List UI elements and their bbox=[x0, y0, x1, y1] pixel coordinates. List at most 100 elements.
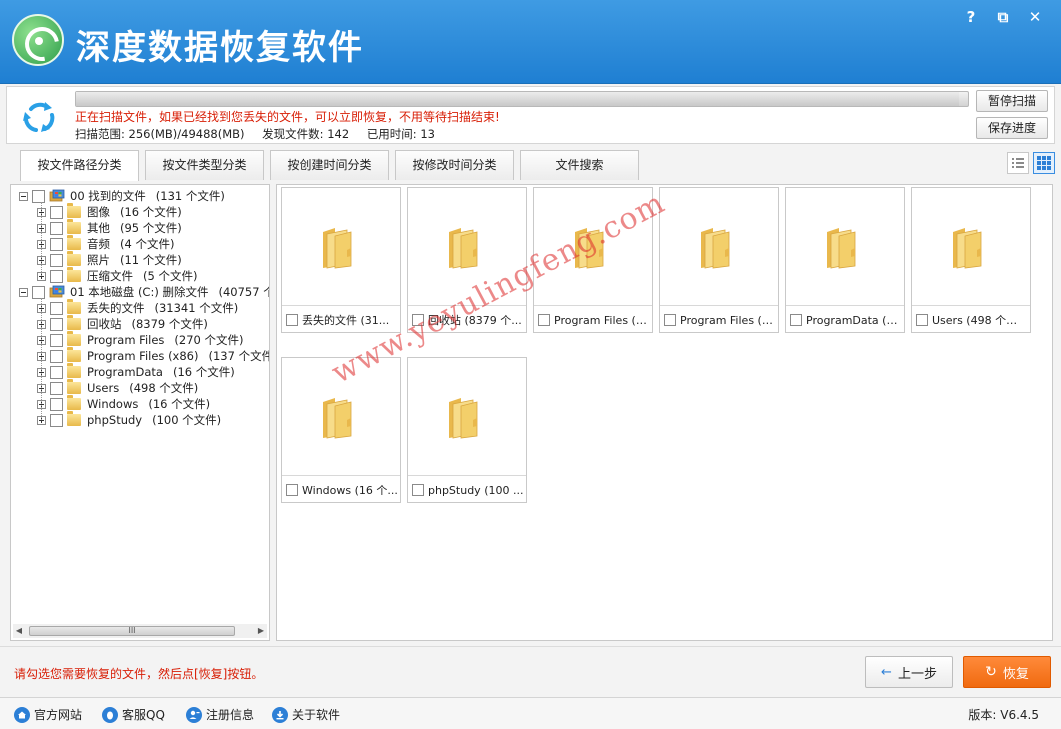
tab-by-modified-time[interactable]: 按修改时间分类 bbox=[395, 150, 514, 180]
tree-node-folder[interactable]: phpStudy (100 个文件) bbox=[37, 411, 221, 428]
tree-node-folder[interactable]: 图像 (16 个文件) bbox=[37, 203, 182, 220]
tree-checkbox[interactable] bbox=[50, 317, 63, 331]
tree-node-label: 压缩文件 bbox=[87, 269, 133, 283]
tree-horizontal-scrollbar[interactable]: ◀ III ▶ bbox=[13, 624, 267, 638]
register-info-label: 注册信息 bbox=[206, 708, 255, 722]
tree-checkbox[interactable] bbox=[50, 301, 63, 315]
tree-checkbox[interactable] bbox=[50, 365, 63, 379]
folder-icon bbox=[67, 235, 81, 250]
tree-checkbox[interactable] bbox=[50, 205, 63, 219]
official-website-label: 官方网站 bbox=[34, 708, 83, 722]
tree-node-local-disk-c[interactable]: 01 本地磁盘 (C:) 删除文件 (40757 个文 bbox=[19, 284, 269, 300]
register-info-link[interactable]: 注册信息 bbox=[186, 706, 254, 723]
tile-checkbox[interactable] bbox=[664, 314, 676, 326]
scrollbar-thumb[interactable]: III bbox=[29, 626, 235, 636]
about-software-link[interactable]: 关于软件 bbox=[272, 706, 340, 723]
folder-tree[interactable]: ◀ III ▶ 00 找到的文件 (131 个文件) 图像 (16 个文件) 其他 (95… bbox=[10, 184, 270, 641]
tree-node-folder[interactable]: 音频 (4 个文件) bbox=[37, 235, 174, 252]
tab-by-type[interactable]: 按文件类型分类 bbox=[145, 150, 264, 180]
folder-tile[interactable]: Program Files (x8... bbox=[659, 187, 779, 333]
save-progress-button[interactable]: 保存进度 bbox=[976, 117, 1048, 139]
tab-by-created-time[interactable]: 按创建时间分类 bbox=[270, 150, 389, 180]
folder-icon bbox=[67, 379, 81, 394]
tree-node-found-files[interactable]: 00 找到的文件 (131 个文件) bbox=[19, 188, 225, 204]
tree-node-label: Windows bbox=[87, 397, 139, 411]
tree-checkbox[interactable] bbox=[32, 189, 45, 203]
tile-label: 丢失的文件 (31... bbox=[302, 314, 390, 327]
restore-button[interactable]: ↻ 恢复 bbox=[963, 656, 1051, 688]
tree-checkbox[interactable] bbox=[50, 221, 63, 235]
refresh-icon: ↻ bbox=[985, 664, 997, 680]
tile-label: 回收站 (8379 个... bbox=[428, 314, 522, 327]
tile-label: phpStudy (100 ... bbox=[428, 483, 524, 497]
tree-node-folder[interactable]: ProgramData (16 个文件) bbox=[37, 363, 235, 380]
previous-step-button[interactable]: ← 上一步 bbox=[865, 656, 953, 688]
tree-node-folder[interactable]: 压缩文件 (5 个文件) bbox=[37, 267, 197, 284]
tree-checkbox[interactable] bbox=[50, 413, 63, 427]
official-website-link[interactable]: 官方网站 bbox=[14, 706, 82, 723]
tree-node-folder[interactable]: 其他 (95 个文件) bbox=[37, 219, 182, 236]
arrow-left-icon: ← bbox=[881, 664, 892, 680]
folder-tile[interactable]: ProgramData (16... bbox=[785, 187, 905, 333]
tree-checkbox[interactable] bbox=[50, 397, 63, 411]
tile-checkbox[interactable] bbox=[412, 484, 424, 496]
tile-preview bbox=[660, 188, 778, 306]
tile-checkbox[interactable] bbox=[412, 314, 424, 326]
grid-view-icon[interactable] bbox=[1033, 152, 1055, 174]
scan-panel: 正在扫描文件，如果已经找到您丢失的文件，可以立即恢复，不用等待扫描结束! 扫描范… bbox=[6, 86, 1055, 144]
tree-node-folder[interactable]: Windows (16 个文件) bbox=[37, 395, 210, 412]
tree-node-folder[interactable]: Program Files (270 个文件) bbox=[37, 331, 244, 348]
tile-checkbox[interactable] bbox=[790, 314, 802, 326]
tree-checkbox[interactable] bbox=[50, 381, 63, 395]
collapse-icon[interactable] bbox=[19, 191, 28, 201]
tree-node-label: 01 本地磁盘 (C:) 删除文件 bbox=[70, 285, 209, 299]
tree-node-label: 其他 bbox=[87, 221, 110, 235]
scan-range: 扫描范围: 256(MB)/49488(MB) bbox=[75, 127, 245, 141]
tree-checkbox[interactable] bbox=[50, 349, 63, 363]
tree-node-count: (95 个文件) bbox=[120, 221, 182, 235]
support-qq-link[interactable]: 客服QQ bbox=[102, 706, 165, 723]
tab-file-search[interactable]: 文件搜索 bbox=[520, 150, 639, 180]
folder-tile[interactable]: 回收站 (8379 个... bbox=[407, 187, 527, 333]
folder-icon bbox=[67, 203, 81, 218]
folder-icon bbox=[575, 228, 604, 269]
folder-tile[interactable]: 丢失的文件 (31... bbox=[281, 187, 401, 333]
folder-tile[interactable]: Windows (16 个... bbox=[281, 357, 401, 503]
folder-tile[interactable]: Users (498 个文件) bbox=[911, 187, 1031, 333]
tree-node-count: (8379 个文件) bbox=[131, 317, 208, 331]
close-button[interactable]: ✕ bbox=[1019, 4, 1051, 30]
pause-scan-button[interactable]: 暂停扫描 bbox=[976, 90, 1048, 112]
scroll-left-icon[interactable]: ◀ bbox=[13, 625, 25, 637]
tile-preview bbox=[408, 358, 526, 476]
tab-by-path[interactable]: 按文件路径分类 bbox=[20, 150, 139, 181]
tile-checkbox[interactable] bbox=[538, 314, 550, 326]
tree-checkbox[interactable] bbox=[50, 333, 63, 347]
scroll-right-icon[interactable]: ▶ bbox=[255, 625, 267, 637]
tree-node-folder[interactable]: 丢失的文件 (31341 个文件) bbox=[37, 299, 238, 316]
collapse-icon[interactable] bbox=[19, 287, 28, 297]
tree-node-folder[interactable]: Program Files (x86) (137 个文件) bbox=[37, 347, 269, 364]
tree-node-folder[interactable]: Users (498 个文件) bbox=[37, 379, 198, 396]
tree-node-count: (16 个文件) bbox=[172, 365, 235, 379]
tile-checkbox[interactable] bbox=[286, 314, 298, 326]
list-view-icon[interactable] bbox=[1007, 152, 1029, 174]
folder-tile[interactable]: Program Files (27... bbox=[533, 187, 653, 333]
tree-guide-line bbox=[41, 202, 42, 276]
help-button[interactable]: ? bbox=[955, 4, 987, 30]
tree-checkbox[interactable] bbox=[50, 237, 63, 251]
info-icon bbox=[272, 706, 288, 723]
folder-icon bbox=[67, 267, 81, 282]
tile-label: Users (498 个文件) bbox=[932, 314, 1028, 327]
tile-checkbox[interactable] bbox=[286, 484, 298, 496]
folder-icon bbox=[953, 228, 982, 269]
title-bar: 深度数据恢复软件 ? ⧉ ✕ bbox=[0, 0, 1061, 84]
tree-checkbox[interactable] bbox=[32, 285, 45, 299]
folder-icon bbox=[323, 398, 352, 439]
tile-checkbox[interactable] bbox=[916, 314, 928, 326]
tree-node-folder[interactable]: 照片 (11 个文件) bbox=[37, 251, 182, 268]
tree-checkbox[interactable] bbox=[50, 269, 63, 283]
tree-node-folder[interactable]: 回收站 (8379 个文件) bbox=[37, 315, 208, 332]
folder-tile[interactable]: phpStudy (100 ... bbox=[407, 357, 527, 503]
restore-window-button[interactable]: ⧉ bbox=[987, 4, 1019, 30]
tree-checkbox[interactable] bbox=[50, 253, 63, 267]
